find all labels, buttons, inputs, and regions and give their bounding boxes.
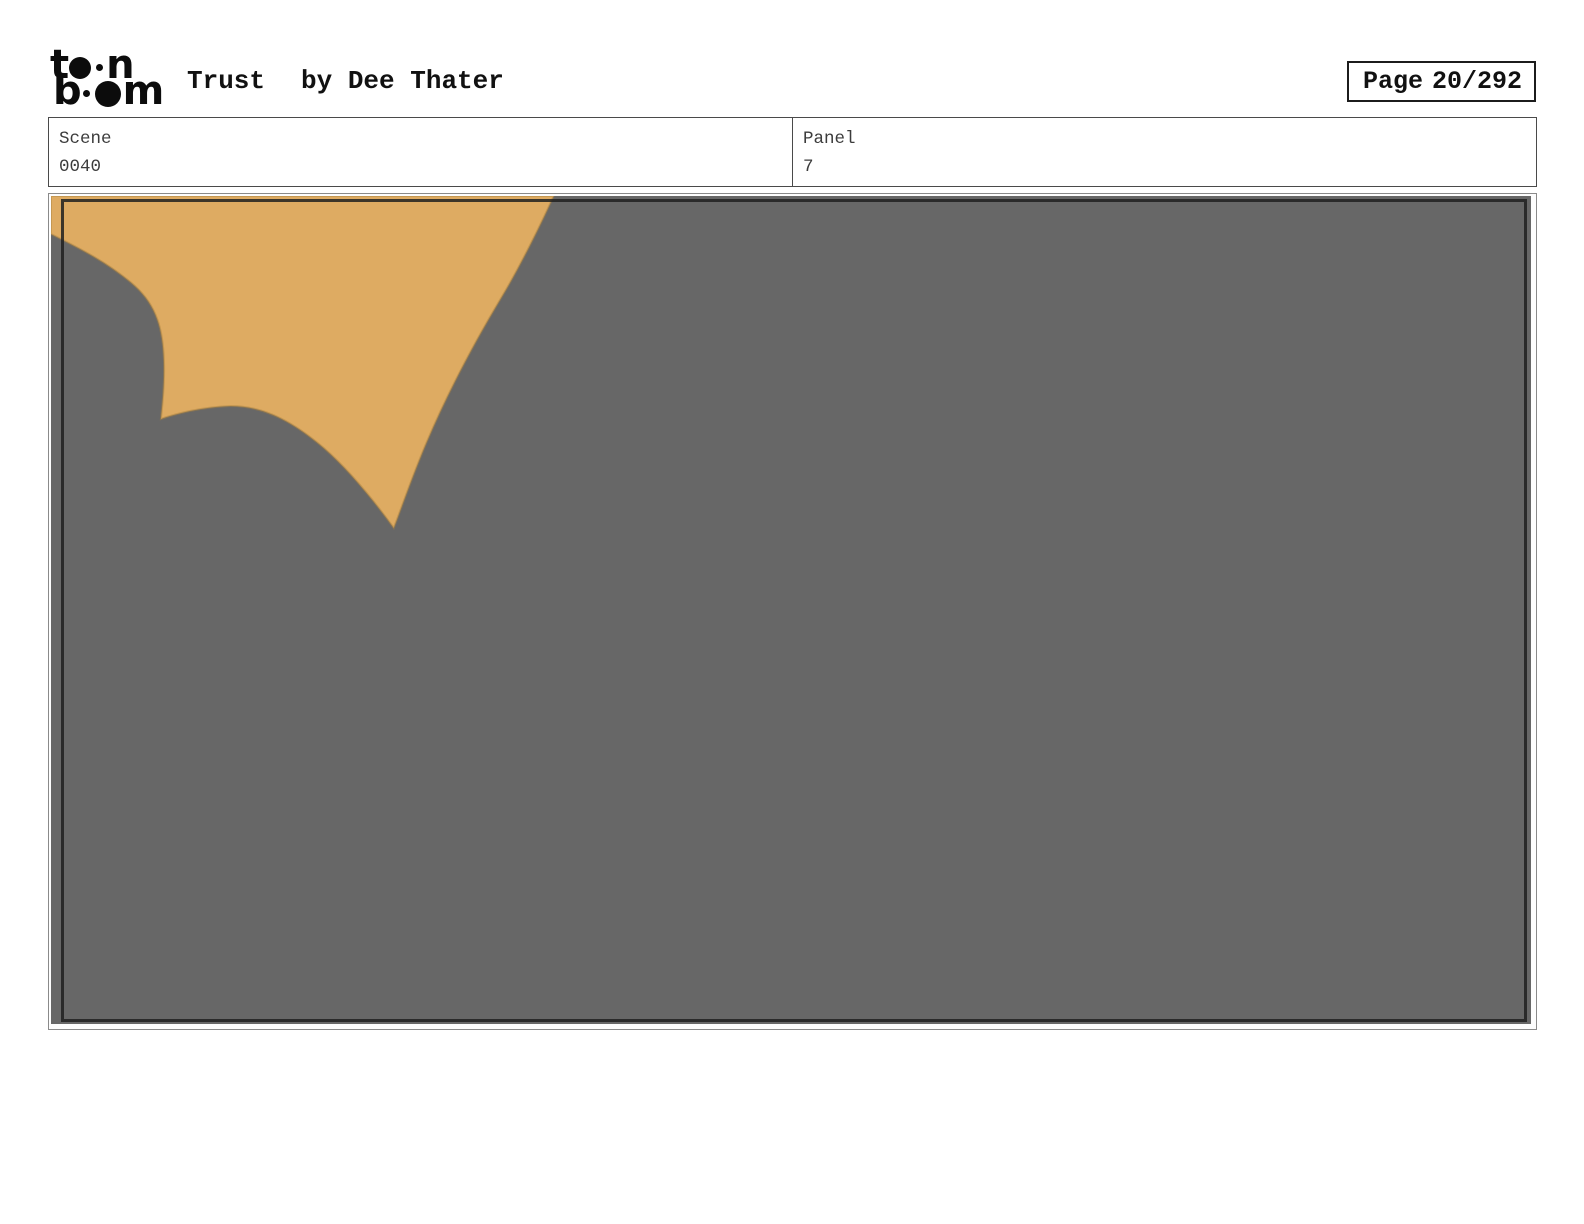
- storyboard-drawing: [51, 196, 1531, 1024]
- panel-label: Panel: [803, 129, 856, 149]
- panel-cell: Panel 7: [793, 118, 1536, 186]
- project-author: by Dee Thater: [301, 66, 504, 96]
- page-value: 20/292: [1431, 67, 1522, 96]
- document-title-block: Trust by Dee Thater: [187, 66, 504, 96]
- scene-cell: Scene 0040: [49, 118, 793, 186]
- project-title: Trust: [187, 66, 266, 96]
- toonboom-logo: t n b m: [50, 45, 165, 114]
- logo-dot-icon: [96, 64, 104, 71]
- logo-line-2: b m: [53, 68, 165, 114]
- panel-value: 7: [803, 157, 814, 177]
- page-number-box: Page 20/292: [1347, 61, 1536, 102]
- logo-letter-m: m: [122, 68, 165, 114]
- curtain-shape: [51, 196, 555, 531]
- drawing-canvas: [51, 196, 555, 531]
- scene-panel-table: Scene 0040 Panel 7: [48, 117, 1537, 187]
- scene-value: 0040: [59, 157, 102, 177]
- logo-dot-icon: [94, 81, 121, 107]
- storyboard-panel: [48, 193, 1537, 1030]
- logo-dot-icon: [82, 90, 90, 97]
- scene-label: Scene: [59, 129, 112, 149]
- page-label: Page: [1363, 67, 1424, 96]
- logo-letter-b: b: [53, 68, 82, 114]
- storyboard-page: t n b m Trust by Dee Thater Page 20/292 …: [0, 0, 1584, 1224]
